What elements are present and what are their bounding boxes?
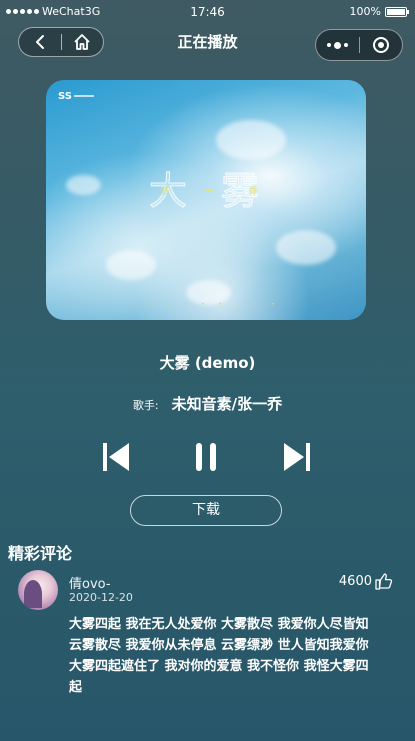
download-button[interactable]: 下载 <box>130 495 282 526</box>
more-button[interactable] <box>316 30 359 60</box>
close-miniprogram-button[interactable] <box>359 30 402 60</box>
more-dots-icon <box>326 41 348 49</box>
comments-title: 精彩评论 <box>8 544 73 563</box>
pause-icon <box>196 443 216 471</box>
battery-percent: 100% <box>349 5 381 18</box>
artist-label: 歌手: <box>132 399 159 412</box>
comment-date: 2020-12-20 <box>69 591 133 604</box>
cover-subtitle: 张 一 乔 <box>160 187 274 197</box>
skip-next-icon <box>284 443 310 471</box>
comment-username[interactable]: 倩ovo- <box>69 573 111 592</box>
cover-logo: SS <box>58 90 98 102</box>
target-icon <box>372 37 389 53</box>
avatar[interactable] <box>18 570 58 610</box>
comment-text: 大雾四起 我在无人处爱你 大雾散尽 我爱你人尽皆知 云雾散尽 我爱你从未停息 云… <box>69 617 369 695</box>
like-button[interactable]: 4600 <box>339 573 393 590</box>
album-cover: SS 大雾 张 一 乔 • • • • • • • • • <box>46 80 366 320</box>
like-count: 4600 <box>338 574 372 589</box>
battery-fill <box>387 8 405 15</box>
next-button[interactable] <box>280 440 314 474</box>
playback-controls <box>0 440 415 474</box>
battery-group: 100% <box>349 5 409 18</box>
battery-icon <box>385 6 409 17</box>
artist-name: 未知音素/张一乔 <box>171 395 283 413</box>
song-title: 大雾 (demo) <box>159 354 256 372</box>
status-bar: WeChat3G 17:46 100% <box>0 0 415 22</box>
cover-footer: • • • • • • • • • <box>131 301 281 308</box>
artist-row: 歌手: 未知音素/张一乔 <box>0 393 415 414</box>
pause-button[interactable] <box>189 440 223 474</box>
thumbs-up-icon <box>375 573 393 590</box>
previous-button[interactable] <box>99 440 133 474</box>
skip-previous-icon <box>103 443 129 471</box>
nav-capsule-right <box>315 29 403 61</box>
